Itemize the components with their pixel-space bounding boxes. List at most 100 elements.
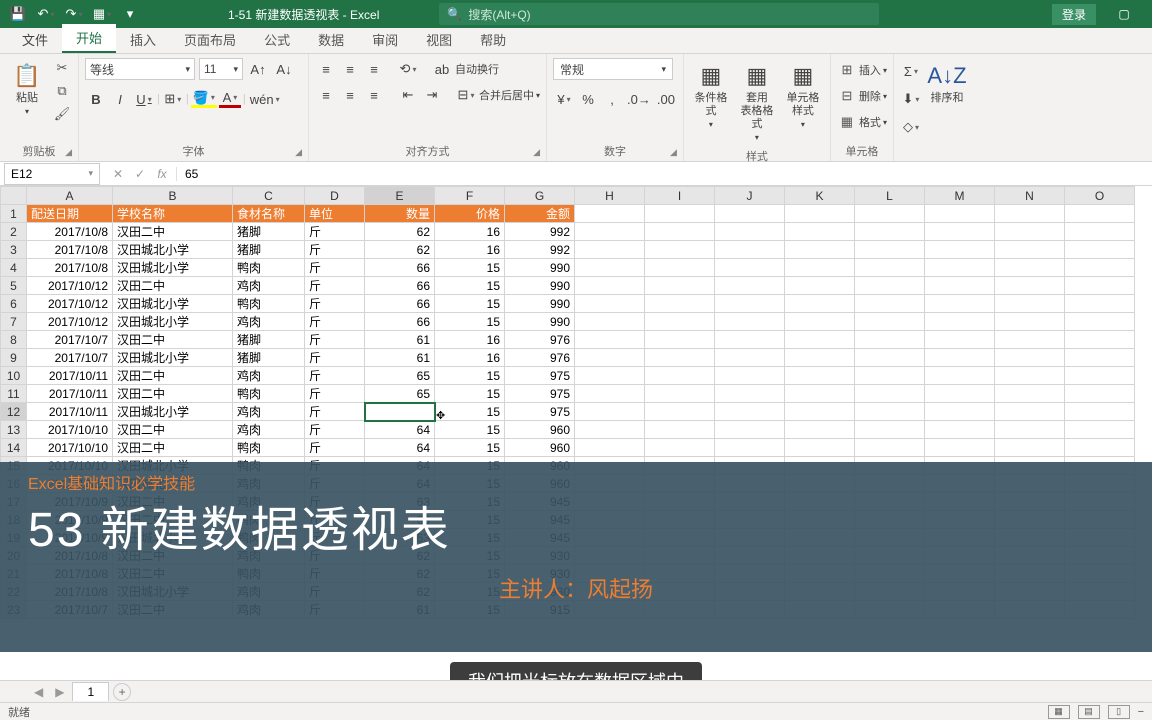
cell[interactable] xyxy=(645,223,715,241)
page-layout-view-icon[interactable]: ▤ xyxy=(1078,705,1100,719)
cell[interactable] xyxy=(645,295,715,313)
cell[interactable]: 960 xyxy=(505,421,575,439)
sheet-tab[interactable]: 1 xyxy=(72,682,109,701)
cell[interactable]: 15 xyxy=(435,313,505,331)
cell[interactable] xyxy=(1065,421,1135,439)
font-color-button[interactable]: A xyxy=(219,90,241,108)
cell[interactable] xyxy=(575,403,645,421)
paste-button[interactable]: 📋 粘贴 ▾ xyxy=(6,58,48,120)
qat-dropdown[interactable]: ▾ xyxy=(118,3,142,25)
indent-increase-icon[interactable]: ⇥ xyxy=(421,84,443,106)
cell[interactable]: 15 xyxy=(435,259,505,277)
cell[interactable] xyxy=(855,313,925,331)
column-header[interactable]: A xyxy=(27,187,113,205)
cell[interactable] xyxy=(715,349,785,367)
qat-more[interactable]: ▦ xyxy=(90,3,114,25)
font-size-select[interactable]: 11▾ xyxy=(199,58,243,80)
cell[interactable] xyxy=(995,259,1065,277)
cell[interactable]: 64 xyxy=(365,439,435,457)
cell[interactable]: 2017/10/11 xyxy=(27,403,113,421)
cell[interactable] xyxy=(575,367,645,385)
cell[interactable]: 16 xyxy=(435,223,505,241)
cell[interactable] xyxy=(855,403,925,421)
ribbon-options-icon[interactable]: ▢ xyxy=(1104,0,1144,28)
cell[interactable] xyxy=(995,367,1065,385)
cell[interactable]: 2017/10/8 xyxy=(27,259,113,277)
insert-cells-button[interactable]: ⊞插入 ▾ xyxy=(837,60,887,80)
cell[interactable] xyxy=(715,241,785,259)
row-header[interactable]: 3 xyxy=(1,241,27,259)
cell[interactable]: 鸭肉 xyxy=(233,295,305,313)
cell[interactable]: 15 xyxy=(435,385,505,403)
indent-decrease-icon[interactable]: ⇤ xyxy=(397,84,419,106)
cell[interactable]: 2017/10/11 xyxy=(27,385,113,403)
cell[interactable] xyxy=(995,439,1065,457)
cell[interactable] xyxy=(925,403,995,421)
cell[interactable] xyxy=(785,295,855,313)
cell[interactable] xyxy=(1065,259,1135,277)
orientation-icon[interactable]: ⟲ xyxy=(397,58,419,80)
cell[interactable] xyxy=(575,259,645,277)
cell[interactable]: 62 xyxy=(365,241,435,259)
cell[interactable]: 汉田二中 xyxy=(113,421,233,439)
cell[interactable] xyxy=(995,331,1065,349)
column-header[interactable]: F xyxy=(435,187,505,205)
cell[interactable] xyxy=(715,385,785,403)
cell[interactable] xyxy=(715,421,785,439)
cell[interactable]: 斤 xyxy=(305,295,365,313)
row-header[interactable]: 5 xyxy=(1,277,27,295)
row-header[interactable]: 10 xyxy=(1,367,27,385)
italic-button[interactable]: I xyxy=(109,88,131,110)
column-header[interactable]: O xyxy=(1065,187,1135,205)
decrease-font-icon[interactable]: A↓ xyxy=(273,58,295,80)
cell[interactable]: 15 xyxy=(435,367,505,385)
cell[interactable] xyxy=(855,331,925,349)
cell[interactable] xyxy=(575,277,645,295)
cell[interactable] xyxy=(1065,223,1135,241)
cell[interactable] xyxy=(995,295,1065,313)
cell[interactable] xyxy=(785,241,855,259)
cell[interactable] xyxy=(1065,277,1135,295)
clipboard-launcher[interactable]: ◢ xyxy=(65,147,72,158)
cell[interactable] xyxy=(575,385,645,403)
column-header[interactable]: J xyxy=(715,187,785,205)
cell[interactable]: 15 xyxy=(435,439,505,457)
alignment-launcher[interactable]: ◢ xyxy=(533,147,540,158)
row-header[interactable]: 12 xyxy=(1,403,27,421)
cell[interactable]: 65 xyxy=(365,385,435,403)
cell[interactable] xyxy=(855,421,925,439)
column-header[interactable]: H xyxy=(575,187,645,205)
cell[interactable]: 2017/10/8 xyxy=(27,241,113,259)
cell[interactable]: 数量 xyxy=(365,205,435,223)
cell[interactable] xyxy=(785,331,855,349)
cell[interactable] xyxy=(925,205,995,223)
cell[interactable]: 990 xyxy=(505,295,575,313)
conditional-format-button[interactable]: ▦条件格式▾ xyxy=(690,58,732,133)
cell[interactable] xyxy=(715,259,785,277)
cell[interactable]: 斤 xyxy=(305,385,365,403)
clear-button[interactable]: ◇ xyxy=(900,116,922,138)
border-button[interactable]: ⊞ xyxy=(162,88,184,110)
align-top-icon[interactable]: ≡ xyxy=(315,58,337,80)
cell[interactable]: 汉田二中 xyxy=(113,331,233,349)
currency-button[interactable]: ¥ xyxy=(553,88,575,110)
wrap-text-button[interactable]: ab xyxy=(431,58,453,80)
cell[interactable]: 975 xyxy=(505,385,575,403)
cell[interactable] xyxy=(855,241,925,259)
cell[interactable] xyxy=(925,277,995,295)
tab-layout[interactable]: 页面布局 xyxy=(170,26,250,53)
cell[interactable]: 鸭肉 xyxy=(233,439,305,457)
cell[interactable]: 汉田二中 xyxy=(113,439,233,457)
column-header[interactable]: C xyxy=(233,187,305,205)
cell[interactable] xyxy=(855,349,925,367)
cell[interactable] xyxy=(925,331,995,349)
cell[interactable]: 斤 xyxy=(305,349,365,367)
cell[interactable]: 斤 xyxy=(305,259,365,277)
cell[interactable] xyxy=(715,331,785,349)
cell[interactable]: 斤 xyxy=(305,421,365,439)
cell[interactable] xyxy=(855,367,925,385)
cell[interactable]: 鸡肉 xyxy=(233,313,305,331)
cell[interactable] xyxy=(645,403,715,421)
cell[interactable] xyxy=(855,385,925,403)
cell[interactable]: 学校名称 xyxy=(113,205,233,223)
